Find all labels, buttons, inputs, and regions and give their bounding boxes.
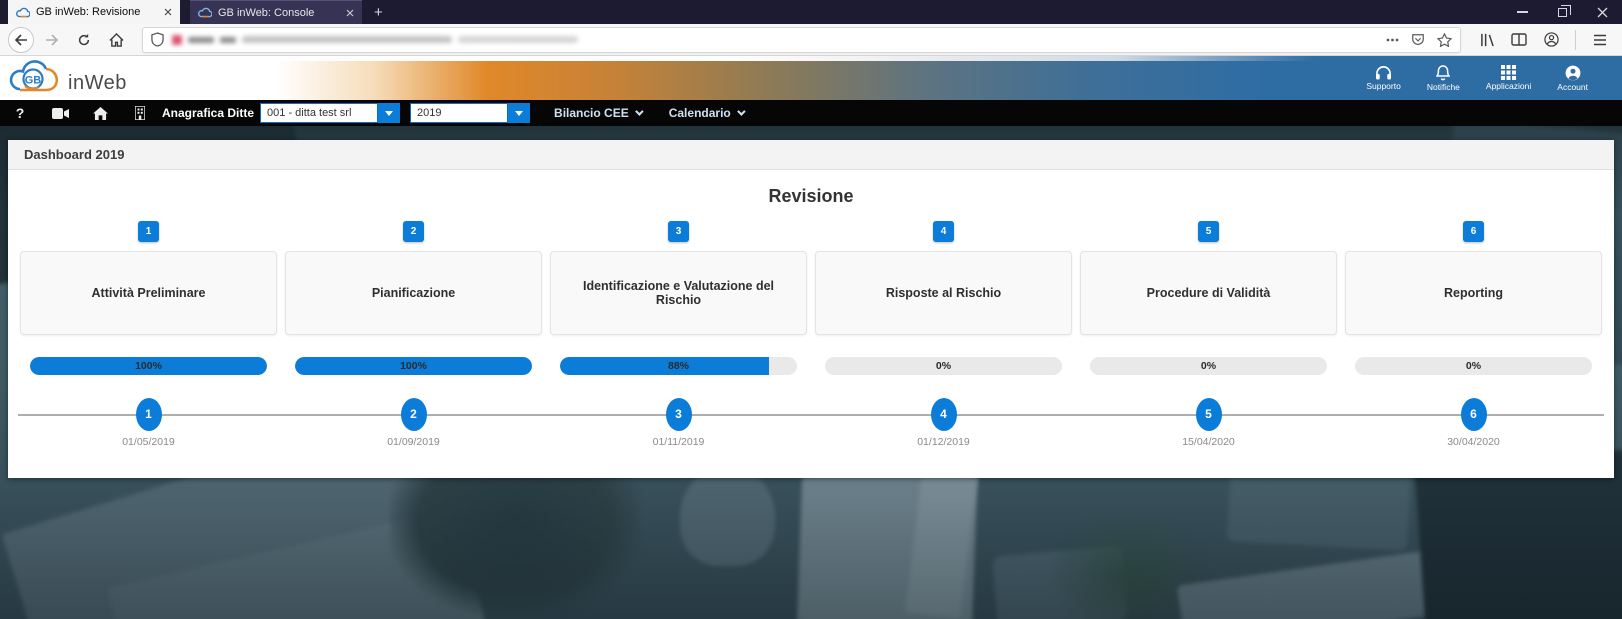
progress-bar: 100% bbox=[295, 357, 532, 375]
url-bar[interactable] bbox=[142, 26, 1461, 53]
account-icon[interactable] bbox=[1537, 27, 1565, 53]
library-icon[interactable] bbox=[1473, 27, 1501, 53]
chevron-down-icon bbox=[736, 107, 746, 116]
timeline-milestone[interactable]: 1 bbox=[135, 397, 162, 431]
stage-card-pianificazione[interactable]: Pianificazione bbox=[285, 251, 542, 335]
stage-number-badge: 5 bbox=[1198, 221, 1219, 242]
menu-hamburger-icon[interactable] bbox=[1586, 27, 1614, 53]
chevron-down-icon bbox=[634, 107, 644, 116]
timeline-milestone[interactable]: 6 bbox=[1460, 397, 1487, 431]
browser-toolbar bbox=[0, 24, 1622, 56]
stage-column: 4 Risposte al Rischio bbox=[815, 221, 1072, 335]
tab-title: GB inWeb: Console bbox=[218, 6, 315, 19]
milestone-date: 01/11/2019 bbox=[652, 436, 705, 448]
browser-titlebar: GB inWeb: Revisione GB inWeb: Console + bbox=[0, 0, 1622, 24]
back-button[interactable] bbox=[8, 26, 34, 53]
page-title: Revisione bbox=[768, 186, 854, 206]
page-content: Dashboard 2019 Revisione 1 Attività Prel… bbox=[0, 126, 1622, 619]
tab-close-icon[interactable] bbox=[164, 8, 172, 16]
tab-close-icon[interactable] bbox=[346, 9, 354, 17]
stage-number-badge: 3 bbox=[668, 221, 689, 242]
bell-icon bbox=[1436, 64, 1451, 81]
apps-grid-icon bbox=[1501, 64, 1517, 80]
progress-bar: 0% bbox=[1090, 357, 1327, 375]
sidebars-icon[interactable] bbox=[1505, 27, 1533, 53]
stage-column: 1 Attività Preliminare bbox=[20, 221, 277, 335]
home-nav-button[interactable] bbox=[80, 106, 120, 120]
person-icon bbox=[1565, 65, 1581, 81]
stage-number-badge: 4 bbox=[933, 221, 954, 242]
progress-bar: 88% bbox=[560, 357, 797, 375]
app-navbar: ? Anagrafica Ditte 001 - ditta test srl … bbox=[0, 100, 1622, 126]
progress-bar: 100% bbox=[30, 357, 267, 375]
account-button[interactable]: Account bbox=[1557, 65, 1588, 92]
stage-card-reporting[interactable]: Reporting bbox=[1345, 251, 1602, 335]
home-button[interactable] bbox=[102, 27, 130, 53]
close-button[interactable] bbox=[1582, 0, 1622, 24]
milestone-date: 01/12/2019 bbox=[917, 436, 970, 448]
progress-bar: 0% bbox=[825, 357, 1062, 375]
timeline: 1 2 3 4 5 6 bbox=[18, 397, 1604, 431]
building-icon[interactable] bbox=[120, 106, 160, 120]
app-header: GB inWeb Supporto Notifiche Applicazioni… bbox=[0, 56, 1622, 100]
page-actions-icon[interactable] bbox=[1386, 38, 1399, 42]
milestone-date: 15/04/2020 bbox=[1182, 436, 1235, 448]
minimize-button[interactable] bbox=[1502, 0, 1542, 24]
app-logo[interactable]: GB inWeb bbox=[0, 59, 127, 97]
dashboard-panel: Dashboard 2019 Revisione 1 Attività Prel… bbox=[8, 140, 1614, 478]
year-select[interactable]: 2019 bbox=[410, 103, 531, 123]
bookmark-star-icon[interactable] bbox=[1437, 32, 1452, 47]
stage-number-badge: 2 bbox=[403, 221, 424, 242]
milestone-date: 01/05/2019 bbox=[122, 436, 175, 448]
menu-calendario[interactable]: Calendario bbox=[669, 106, 746, 120]
stage-column: 6 Reporting bbox=[1345, 221, 1602, 335]
stage-card-identificazione-rischio[interactable]: Identificazione e Valutazione del Rischi… bbox=[550, 251, 807, 335]
panel-title: Dashboard 2019 bbox=[8, 140, 1614, 170]
timeline-milestone[interactable]: 3 bbox=[665, 397, 692, 431]
tab-title: GB inWeb: Revisione bbox=[36, 6, 141, 18]
support-button[interactable]: Supporto bbox=[1366, 65, 1401, 92]
stage-card-attivita-preliminare[interactable]: Attività Preliminare bbox=[20, 251, 277, 335]
redacted-url bbox=[172, 34, 578, 45]
forward-button[interactable] bbox=[38, 27, 66, 53]
anagrafica-ditte-label: Anagrafica Ditte bbox=[162, 106, 255, 120]
progress-bar: 0% bbox=[1355, 357, 1592, 375]
restore-button[interactable] bbox=[1542, 0, 1582, 24]
timeline-milestone[interactable]: 4 bbox=[930, 397, 957, 431]
stage-column: 5 Procedure di Validità bbox=[1080, 221, 1337, 335]
timeline-milestone[interactable]: 5 bbox=[1195, 397, 1222, 431]
applications-button[interactable]: Applicazioni bbox=[1486, 64, 1531, 92]
video-camera-button[interactable] bbox=[40, 107, 80, 119]
stage-column: 3 Identificazione e Valutazione del Risc… bbox=[550, 221, 807, 335]
tab-favicon-cloud-icon bbox=[16, 7, 30, 18]
stage-card-risposte-rischio[interactable]: Risposte al Rischio bbox=[815, 251, 1072, 335]
milestone-date: 01/09/2019 bbox=[387, 436, 440, 448]
headphones-icon bbox=[1375, 65, 1392, 80]
chevron-down-icon[interactable] bbox=[378, 103, 401, 123]
svg-text:GB: GB bbox=[25, 75, 42, 87]
stage-number-badge: 6 bbox=[1463, 221, 1484, 242]
browser-tab-revisione[interactable]: GB inWeb: Revisione bbox=[8, 0, 180, 24]
pocket-icon[interactable] bbox=[1411, 33, 1425, 47]
stage-column: 2 Pianificazione bbox=[285, 221, 542, 335]
milestone-date: 30/04/2020 bbox=[1447, 436, 1500, 448]
browser-window: GB inWeb: Revisione GB inWeb: Console + bbox=[0, 0, 1622, 619]
reload-button[interactable] bbox=[70, 27, 98, 53]
tab-favicon-cloud-icon bbox=[198, 7, 212, 18]
brand-name: inWeb bbox=[68, 72, 127, 94]
help-button[interactable]: ? bbox=[0, 105, 40, 121]
menu-bilancio-cee[interactable]: Bilancio CEE bbox=[554, 106, 644, 120]
shield-icon[interactable] bbox=[151, 32, 164, 47]
stage-number-badge: 1 bbox=[138, 221, 159, 242]
new-tab-button[interactable]: + bbox=[362, 0, 395, 24]
chevron-down-icon[interactable] bbox=[508, 103, 531, 123]
browser-tab-console[interactable]: GB inWeb: Console bbox=[190, 0, 362, 24]
notifications-button[interactable]: Notifiche bbox=[1427, 64, 1460, 92]
company-select[interactable]: 001 - ditta test srl bbox=[260, 103, 401, 123]
timeline-milestone[interactable]: 2 bbox=[400, 397, 427, 431]
stage-card-procedure-validita[interactable]: Procedure di Validità bbox=[1080, 251, 1337, 335]
